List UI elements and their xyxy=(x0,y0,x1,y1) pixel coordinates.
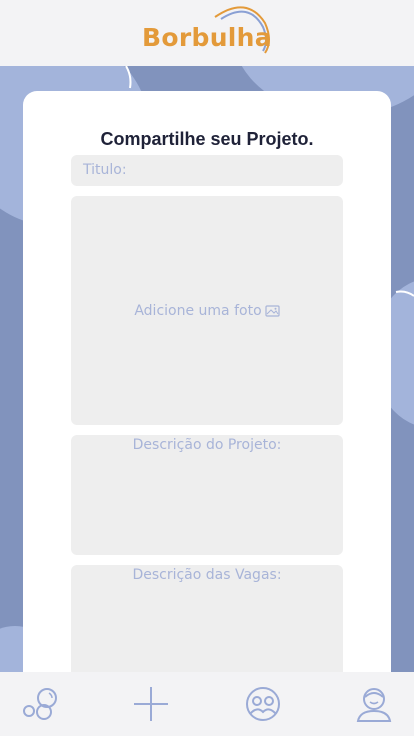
app-header: Borbulha xyxy=(0,0,414,66)
share-project-card: Compartilhe seu Projeto. Titulo: Adicion… xyxy=(23,91,391,705)
bubble-highlight-icon xyxy=(125,66,132,89)
plus-icon xyxy=(134,687,168,721)
logo: Borbulha xyxy=(127,0,287,66)
add-photo-label-wrap: Adicione uma foto xyxy=(134,302,280,319)
profile-icon xyxy=(356,688,392,722)
page-title: Compartilhe seu Projeto. xyxy=(100,129,314,149)
nav-item-profile[interactable] xyxy=(354,684,394,724)
title-input[interactable]: Titulo: xyxy=(71,155,343,186)
add-photo-area[interactable]: Adicione uma foto xyxy=(71,196,343,425)
nav-item-add[interactable] xyxy=(131,684,171,724)
logo-text: Borbulha xyxy=(142,23,272,52)
nav-item-bubbles[interactable] xyxy=(20,684,60,724)
group-icon xyxy=(246,687,280,721)
nav-item-groups[interactable] xyxy=(243,684,283,724)
project-description-textarea[interactable]: Descrição do Projeto: xyxy=(71,435,343,555)
bubbles-icon xyxy=(23,688,57,720)
image-icon xyxy=(265,304,280,317)
bottom-nav xyxy=(0,672,414,736)
add-photo-label: Adicione uma foto xyxy=(134,302,262,319)
bubble-highlight-right-icon xyxy=(395,290,414,297)
